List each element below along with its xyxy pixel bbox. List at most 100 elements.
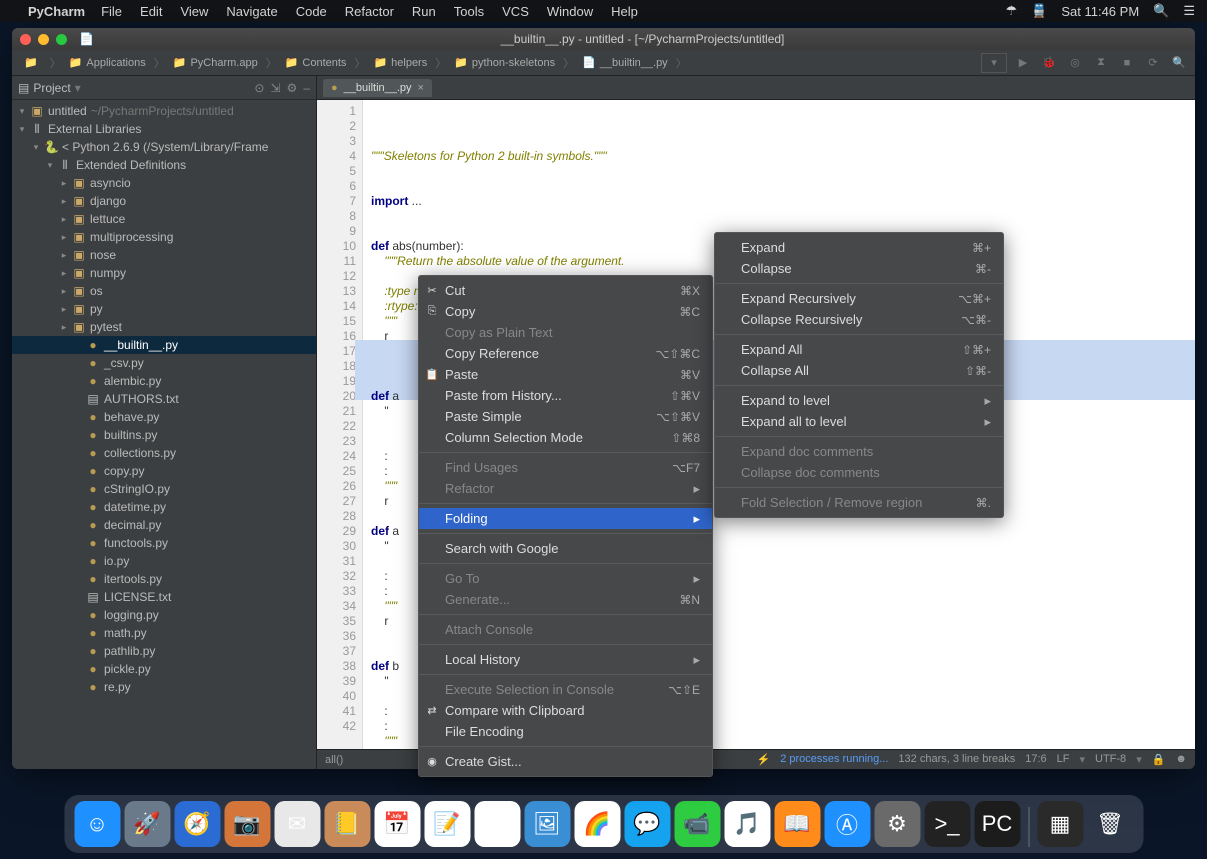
tree-node[interactable]: ●collections.py	[12, 444, 316, 462]
menu-item-cut[interactable]: ✂Cut⌘X	[419, 280, 712, 301]
tab-builtin[interactable]: ● __builtin__.py ×	[323, 79, 432, 97]
menu-help[interactable]: Help	[611, 4, 638, 19]
menu-item-collapse-all[interactable]: Collapse All⇧⌘-	[715, 360, 1003, 381]
tree-node[interactable]: ▸▣multiprocessing	[12, 228, 316, 246]
menu-item-collapse-recursively[interactable]: Collapse Recursively⌥⌘-	[715, 309, 1003, 330]
tree-node[interactable]: ●io.py	[12, 552, 316, 570]
line-sep[interactable]: LF	[1057, 753, 1070, 766]
app-name[interactable]: PyCharm	[28, 4, 85, 19]
dock-trash[interactable]: 🗑	[1087, 801, 1133, 847]
close-tab-icon[interactable]: ×	[418, 82, 424, 94]
menu-extras-icon[interactable]: ☰	[1183, 3, 1195, 19]
dock-calendar[interactable]: 📅	[374, 801, 420, 847]
dock-messages[interactable]: 💬	[624, 801, 670, 847]
menu-item-expand-all[interactable]: Expand All⇧⌘+	[715, 339, 1003, 360]
run-config-selector[interactable]: ▾	[981, 53, 1007, 73]
dock-photos[interactable]: 🌈	[574, 801, 620, 847]
menu-item-paste-simple[interactable]: Paste Simple⌥⇧⌘V	[419, 406, 712, 427]
menu-file[interactable]: File	[101, 4, 122, 19]
hector-icon[interactable]: ☻	[1175, 753, 1187, 766]
tree-node[interactable]: ▸▣asyncio	[12, 174, 316, 192]
menu-item-expand-to-level[interactable]: Expand to level▸	[715, 390, 1003, 411]
menu-item-column-selection-mode[interactable]: Column Selection Mode⇧⌘8	[419, 427, 712, 448]
dock-sysprefs[interactable]: ⚙	[874, 801, 920, 847]
menu-view[interactable]: View	[180, 4, 208, 19]
stop-icon[interactable]: ■	[1117, 53, 1137, 73]
menu-item-compare-with-clipboard[interactable]: ⇄Compare with Clipboard	[419, 700, 712, 721]
tree-node[interactable]: ●logging.py	[12, 606, 316, 624]
tree-node[interactable]: ▤LICENSE.txt	[12, 588, 316, 606]
tree-node[interactable]: ●_csv.py	[12, 354, 316, 372]
menu-window[interactable]: Window	[547, 4, 593, 19]
dock-pycharm[interactable]: PC	[974, 801, 1020, 847]
menu-edit[interactable]: Edit	[140, 4, 162, 19]
tree-node[interactable]: ●decimal.py	[12, 516, 316, 534]
dock-notes[interactable]: 📝	[424, 801, 470, 847]
lock-icon[interactable]: 🔒	[1152, 753, 1166, 766]
tree-node[interactable]: ●math.py	[12, 624, 316, 642]
tree-node[interactable]: ▾🐍< Python 2.6.9 (/System/Library/Frame	[12, 138, 316, 156]
encoding[interactable]: UTF-8	[1095, 753, 1126, 766]
tree-node[interactable]: ●pathlib.py	[12, 642, 316, 660]
structure-crumb[interactable]: all()	[325, 754, 343, 766]
crumb-1[interactable]: 📁PyCharm.app	[167, 54, 264, 71]
tree-node[interactable]: ●behave.py	[12, 408, 316, 426]
menu-item-local-history[interactable]: Local History▸	[419, 649, 712, 670]
tree-node[interactable]: ▸▣os	[12, 282, 316, 300]
tree-node[interactable]: ●cStringIO.py	[12, 480, 316, 498]
menu-item-expand-recursively[interactable]: Expand Recursively⌥⌘+	[715, 288, 1003, 309]
menu-item-expand[interactable]: Expand⌘+	[715, 237, 1003, 258]
crumb-root[interactable]: 📁	[18, 54, 48, 71]
crumb-0[interactable]: 📁Applications	[63, 54, 152, 71]
menu-item-paste[interactable]: 📋Paste⌘V	[419, 364, 712, 385]
tree-node[interactable]: ▾⫴Extended Definitions	[12, 156, 316, 174]
dock-itunes[interactable]: 🎵	[724, 801, 770, 847]
dock-terminal[interactable]: >_	[924, 801, 970, 847]
tree-node[interactable]: ●builtins.py	[12, 426, 316, 444]
coverage-icon[interactable]: ◎	[1065, 53, 1085, 73]
tree-node[interactable]: ▸▣nose	[12, 246, 316, 264]
menu-navigate[interactable]: Navigate	[226, 4, 277, 19]
tree-node[interactable]: ▸▣numpy	[12, 264, 316, 282]
dock-mail[interactable]: ✉	[274, 801, 320, 847]
crumb-2[interactable]: 📁Contents	[279, 54, 353, 71]
menu-item-paste-from-history-[interactable]: Paste from History...⇧⌘V	[419, 385, 712, 406]
tree-node[interactable]: ▸▣py	[12, 300, 316, 318]
tree-node[interactable]: ●itertools.py	[12, 570, 316, 588]
dock-photobooth[interactable]: 📷	[224, 801, 270, 847]
menu-code[interactable]: Code	[296, 4, 327, 19]
tree-node[interactable]: ●functools.py	[12, 534, 316, 552]
tree-node[interactable]: ▾▣untitled~/PycharmProjects/untitled	[12, 102, 316, 120]
gear-icon[interactable]: ⚙	[287, 81, 298, 95]
processes-link[interactable]: 2 processes running...	[780, 753, 888, 766]
dock-finder[interactable]: ☺	[74, 801, 120, 847]
sync-icon[interactable]: ⟳	[1143, 53, 1163, 73]
menu-item-expand-all-to-level[interactable]: Expand all to level▸	[715, 411, 1003, 432]
menu-item-collapse[interactable]: Collapse⌘-	[715, 258, 1003, 279]
train-icon[interactable]: 🚆	[1031, 3, 1047, 19]
umbrella-icon[interactable]: ☂	[1006, 3, 1018, 19]
profile-icon[interactable]: ⧗	[1091, 53, 1111, 73]
dock-preview[interactable]: 🖼	[524, 801, 570, 847]
collapse-icon[interactable]: ⇲	[270, 81, 280, 95]
hide-icon[interactable]: –	[303, 81, 310, 95]
dock-missioncontrol[interactable]: ▦	[1037, 801, 1083, 847]
close-icon[interactable]	[20, 34, 31, 45]
maximize-icon[interactable]	[56, 34, 67, 45]
menu-item-folding[interactable]: Folding▸	[419, 508, 712, 529]
bg-tasks-icon[interactable]: ⚡	[756, 753, 770, 766]
folding-submenu[interactable]: Expand⌘+Collapse⌘-Expand Recursively⌥⌘+C…	[714, 232, 1004, 518]
clock[interactable]: Sat 11:46 PM	[1061, 4, 1139, 19]
menu-tools[interactable]: Tools	[454, 4, 484, 19]
menu-item-copy[interactable]: ⎘Copy⌘C	[419, 301, 712, 322]
dock-appstore[interactable]: Ⓐ	[824, 801, 870, 847]
menu-item-search-with-google[interactable]: Search with Google	[419, 538, 712, 559]
spotlight-icon[interactable]: 🔍	[1153, 3, 1169, 19]
tree-node[interactable]: ▾⫴External Libraries	[12, 120, 316, 138]
tree-node[interactable]: ▸▣lettuce	[12, 210, 316, 228]
tree-node[interactable]: ▸▣pytest	[12, 318, 316, 336]
tree-node[interactable]: ▤AUTHORS.txt	[12, 390, 316, 408]
dock-facetime[interactable]: 📹	[674, 801, 720, 847]
crumb-3[interactable]: 📁helpers	[367, 54, 433, 71]
tree-node[interactable]: ●__builtin__.py	[12, 336, 316, 354]
